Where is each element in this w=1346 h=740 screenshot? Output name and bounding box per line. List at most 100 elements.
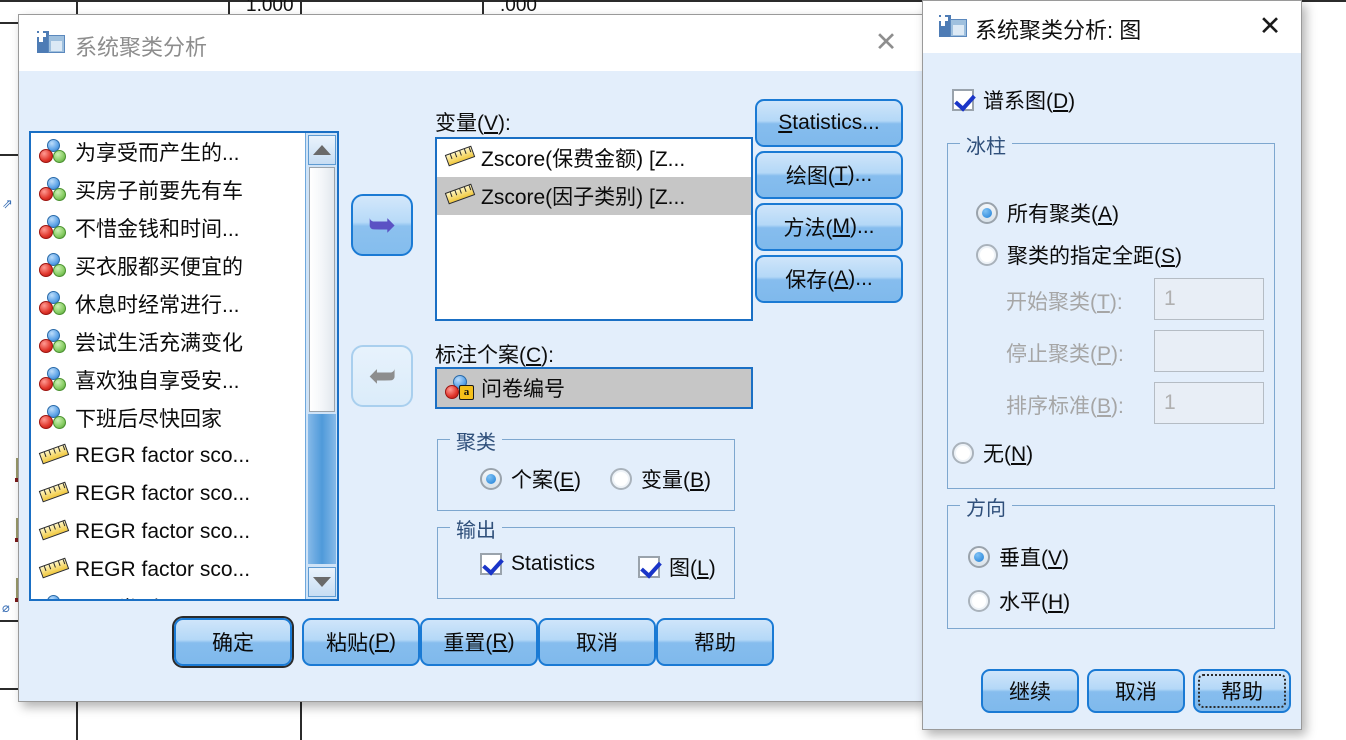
button-label: 取消 bbox=[576, 632, 618, 655]
variables-label-suffix: : bbox=[505, 112, 511, 135]
checkbox-icon bbox=[480, 553, 502, 575]
button-label: 继续 bbox=[1009, 681, 1051, 704]
scale-variable-icon bbox=[38, 443, 70, 469]
cancel-button[interactable]: 取消 bbox=[538, 618, 656, 666]
nominal-variable-icon bbox=[39, 177, 69, 203]
list-item-label: 为享受而产生的... bbox=[75, 142, 240, 165]
reset-button[interactable]: 重置(R) bbox=[420, 618, 538, 666]
label-cases-label-suffix: : bbox=[548, 344, 555, 367]
move-from-variables-button[interactable]: ➥ bbox=[351, 345, 413, 407]
list-item[interactable]: REGR factor sco... bbox=[31, 513, 305, 551]
icicle-group-title: 冰柱 bbox=[960, 130, 1012, 159]
cancel-button[interactable]: 取消 bbox=[1087, 669, 1185, 713]
source-list-scrollbar[interactable] bbox=[305, 133, 337, 599]
close-icon[interactable]: ✕ bbox=[1253, 9, 1287, 43]
radio-label: 水平(H) bbox=[999, 591, 1071, 614]
scale-variable-icon bbox=[38, 557, 70, 583]
button-label: 帮助 bbox=[694, 632, 736, 655]
list-item-label: Zscore(保费金额) [Z... bbox=[481, 148, 686, 171]
cluster-variables-radio[interactable]: 变量(B) bbox=[610, 464, 711, 494]
radio-label: 个案(E) bbox=[511, 469, 582, 492]
variables-list[interactable]: Zscore(保费金额) [Z... Zscore(因子类别) [Z... bbox=[435, 137, 753, 321]
orientation-horizontal-radio[interactable]: 水平(H) bbox=[968, 586, 1070, 616]
scrollbar-thumb[interactable] bbox=[309, 167, 335, 412]
list-item[interactable]: 买房子前要先有车 bbox=[31, 171, 305, 209]
radio-label: 所有聚类(A) bbox=[1007, 203, 1120, 226]
output-plots-checkbox[interactable]: 图(L) bbox=[638, 552, 716, 582]
button-label-suffix: ) bbox=[389, 630, 396, 653]
button-label-suffix: )... bbox=[850, 215, 875, 238]
none-radio[interactable]: 无(N) bbox=[952, 438, 1033, 468]
button-label-prefix: 粘贴( bbox=[325, 632, 375, 655]
checkbox-icon bbox=[952, 89, 974, 111]
button-label-prefix: 重置( bbox=[443, 632, 493, 655]
button-label-prefix: 保存( bbox=[785, 269, 835, 292]
paste-button[interactable]: 粘贴(P) bbox=[302, 618, 420, 666]
plots-button[interactable]: 绘图(T)... bbox=[755, 151, 903, 199]
help-button[interactable]: 帮助 bbox=[1193, 669, 1291, 713]
nominal-variable-icon bbox=[39, 405, 69, 431]
list-item[interactable]: 为享受而产生的... bbox=[31, 133, 305, 171]
help-button[interactable]: 帮助 bbox=[656, 618, 774, 666]
arrow-right-icon: ➥ bbox=[367, 357, 397, 395]
stop-cluster-label: 停止聚类(P): bbox=[1006, 343, 1124, 366]
move-to-variables-button[interactable]: ➥ bbox=[351, 194, 413, 256]
radio-icon bbox=[952, 442, 974, 464]
start-cluster-input[interactable]: 1 bbox=[1154, 278, 1264, 320]
button-label-mid: tatistics bbox=[792, 111, 863, 134]
method-button[interactable]: 方法(M)... bbox=[755, 203, 903, 251]
scrollbar-track-lower[interactable] bbox=[308, 414, 336, 564]
output-statistics-checkbox[interactable]: Statistics bbox=[480, 552, 595, 576]
list-item[interactable]: REGR factor sco... bbox=[31, 475, 305, 513]
button-label-key: P bbox=[374, 630, 389, 653]
scroll-up-button[interactable] bbox=[308, 135, 336, 165]
statistics-button[interactable]: Statistics... bbox=[755, 99, 903, 147]
list-item-label: 不惜金钱和时间... bbox=[75, 218, 240, 241]
specified-range-radio[interactable]: 聚类的指定全距(S) bbox=[976, 240, 1182, 270]
list-item[interactable]: 尝试生活充满变化 bbox=[31, 323, 305, 361]
stop-cluster-input[interactable] bbox=[1154, 330, 1264, 372]
dendrogram-checkbox[interactable]: 谱系图(D) bbox=[952, 85, 1075, 115]
label-cases-label-key: C bbox=[526, 344, 542, 367]
hierarchical-cluster-dialog: 系统聚类分析 ✕ 为享受而产生的... 买房子前要先有车 不惜金钱和时间... bbox=[18, 14, 924, 702]
list-item[interactable]: 买衣服都买便宜的 bbox=[31, 247, 305, 285]
plots-dialog: 系统聚类分析: 图 ✕ 谱系图(D) 冰柱 所有聚类(A) 聚类的指定全距(S)… bbox=[922, 0, 1302, 730]
cluster-group: 聚类 个案(E) 变量(B) bbox=[437, 426, 735, 511]
button-label: 帮助 bbox=[1221, 681, 1263, 704]
radio-label: 聚类的指定全距(S) bbox=[1007, 245, 1183, 268]
list-item[interactable]: 下班后尽快回家 bbox=[31, 399, 305, 437]
list-item[interactable]: 喜欢独自享受安... bbox=[31, 361, 305, 399]
continue-button[interactable]: 继续 bbox=[981, 669, 1079, 713]
checkbox-label: 谱系图(D) bbox=[983, 90, 1076, 113]
button-label-prefix: 绘图( bbox=[785, 165, 835, 188]
button-label: 确定 bbox=[212, 632, 254, 655]
list-item-label: REGR factor sco... bbox=[75, 520, 251, 543]
by-input[interactable]: 1 bbox=[1154, 382, 1264, 424]
save-button[interactable]: 保存(A)... bbox=[755, 255, 903, 303]
list-item[interactable]: a 问卷编号 bbox=[437, 369, 751, 407]
ok-button[interactable]: 确定 bbox=[174, 618, 292, 666]
variables-label-prefix: 变量 bbox=[435, 112, 477, 135]
scale-variable-icon bbox=[444, 145, 476, 171]
radio-label: 无(N) bbox=[983, 443, 1034, 466]
scroll-down-button[interactable] bbox=[308, 567, 336, 597]
start-cluster-label: 开始聚类(T): bbox=[1006, 291, 1123, 314]
list-item[interactable]: REGR factor sco... bbox=[31, 551, 305, 589]
list-item[interactable]: Zscore(保费金额) [Z... bbox=[437, 139, 751, 177]
variables-label-key: V bbox=[484, 112, 499, 135]
cluster-group-title: 聚类 bbox=[450, 426, 502, 455]
source-variable-list[interactable]: 为享受而产生的... 买房子前要先有车 不惜金钱和时间... 买衣服都买便宜的 … bbox=[29, 131, 339, 601]
radio-icon bbox=[610, 468, 632, 490]
label-cases-box[interactable]: a 问卷编号 bbox=[435, 367, 753, 409]
list-item[interactable]: 休息时经常进行... bbox=[31, 285, 305, 323]
orientation-vertical-radio[interactable]: 垂直(V) bbox=[968, 542, 1069, 572]
nominal-variable-icon bbox=[39, 215, 69, 241]
list-item[interactable]: 不惜金钱和时间... bbox=[31, 209, 305, 247]
cluster-cases-radio[interactable]: 个案(E) bbox=[480, 464, 581, 494]
list-item[interactable]: Zscore(因子类别) [Z... bbox=[437, 177, 751, 215]
all-clusters-radio[interactable]: 所有聚类(A) bbox=[976, 198, 1119, 228]
radio-icon bbox=[968, 590, 990, 612]
close-icon[interactable]: ✕ bbox=[869, 25, 903, 59]
list-item[interactable]: REGR factor sco... bbox=[31, 437, 305, 475]
list-item[interactable]: 因子类别 bbox=[31, 589, 305, 599]
